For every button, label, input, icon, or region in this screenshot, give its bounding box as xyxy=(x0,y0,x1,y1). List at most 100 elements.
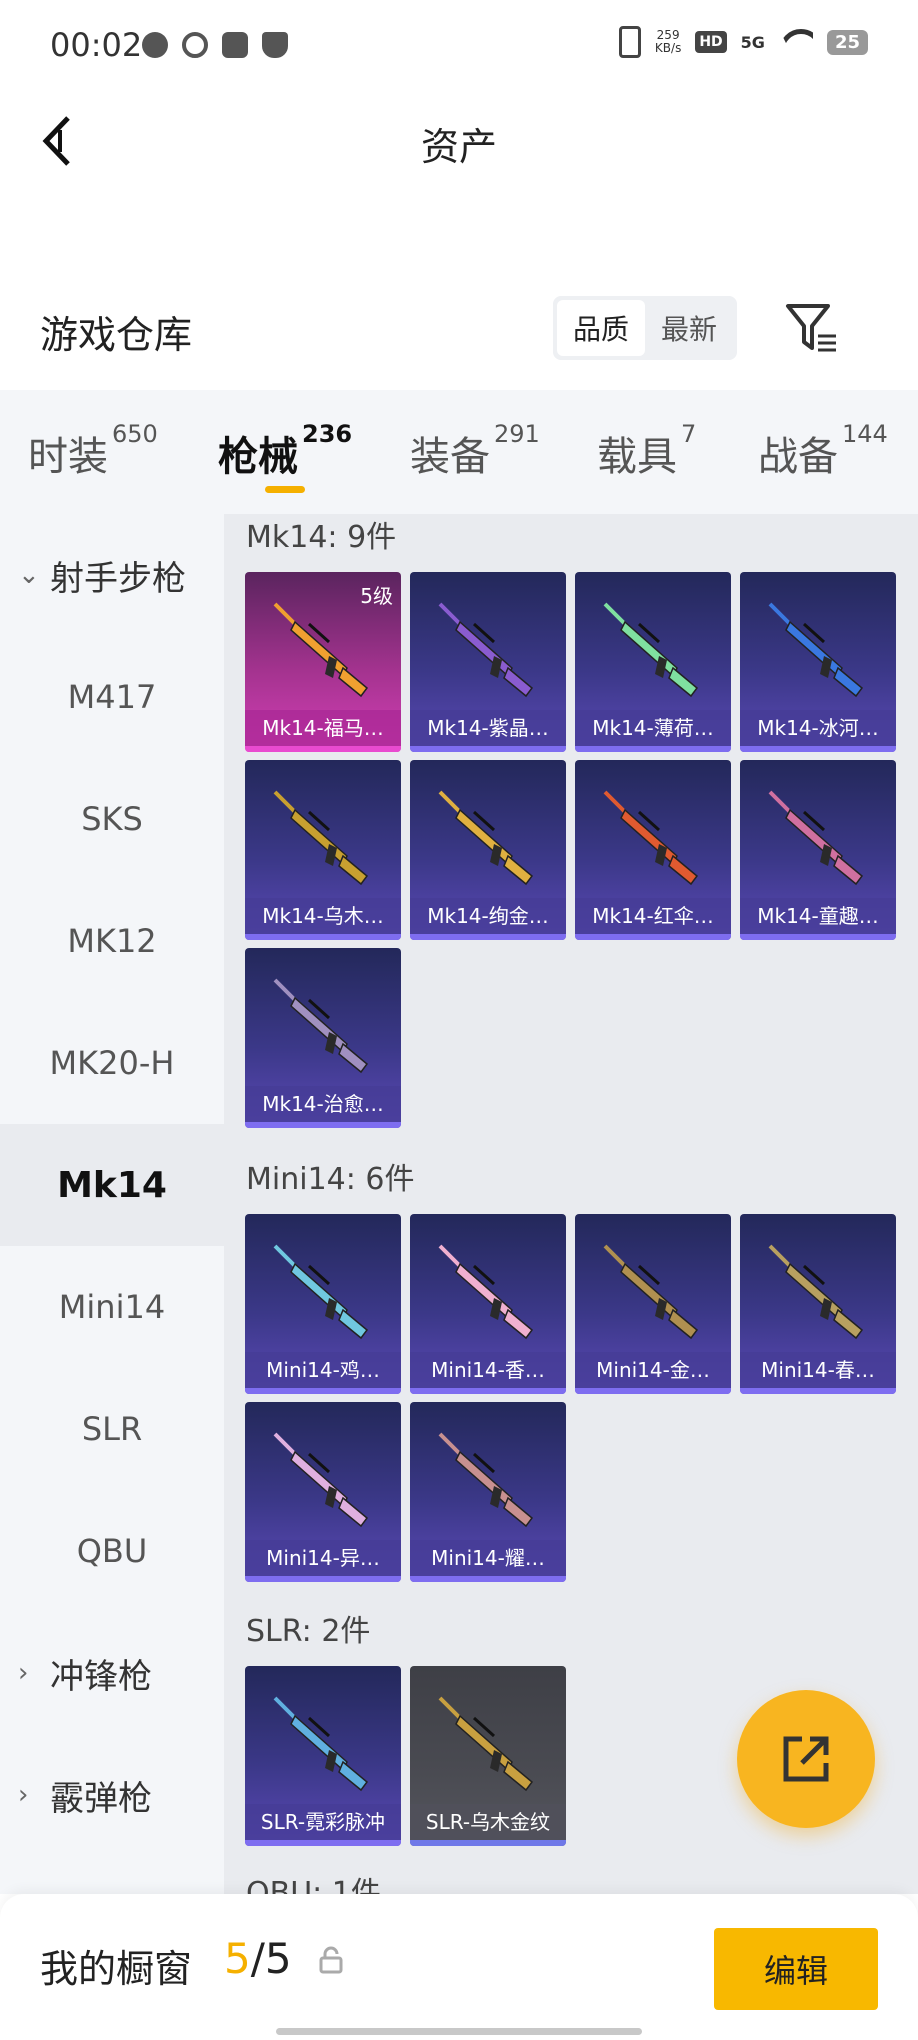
rarity-bar xyxy=(740,746,896,752)
weapon-card-name: Mk14-薄荷… xyxy=(575,710,731,746)
rarity-bar xyxy=(575,746,731,752)
weapon-card[interactable]: Mk14-冰河… xyxy=(740,572,896,752)
warehouse-title: 游戏仓库 xyxy=(40,313,193,357)
weapon-card-name: Mini14-鸡… xyxy=(245,1352,401,1388)
level-badge: 5级 xyxy=(360,584,393,608)
sort-quality-button[interactable]: 品质 xyxy=(557,300,645,356)
section-title-mk14: Mk14: 9件 xyxy=(246,520,397,555)
weapon-card-name: Mk14-绚金… xyxy=(410,898,566,934)
rarity-bar xyxy=(245,934,401,940)
weapon-card[interactable]: Mk14-治愈… xyxy=(245,948,401,1128)
rarity-bar xyxy=(575,934,731,940)
sort-newest-button[interactable]: 最新 xyxy=(645,300,733,356)
rarity-bar xyxy=(245,746,401,752)
weapon-card-name: Mk14-紫晶… xyxy=(410,710,566,746)
weapon-card-name: Mini14-异… xyxy=(245,1540,401,1576)
weapon-card[interactable]: Mk14-乌木… xyxy=(245,760,401,940)
nav-item-slr[interactable]: SLR xyxy=(0,1368,224,1490)
weapon-card[interactable]: Mk14-薄荷… xyxy=(575,572,731,752)
weapon-card-name: SLR-霓彩脉冲 xyxy=(245,1804,401,1840)
weapon-card[interactable]: Mk14-红伞… xyxy=(575,760,731,940)
tab-equipment[interactable]: 装备 291 xyxy=(410,420,540,482)
weapon-card-name: Mini14-香… xyxy=(410,1352,566,1388)
rifle-icon xyxy=(768,602,864,698)
hd-icon: HD xyxy=(695,31,727,53)
weapon-card[interactable]: Mini14-鸡… xyxy=(245,1214,401,1394)
weapon-card[interactable]: Mini14-春… xyxy=(740,1214,896,1394)
weapon-card[interactable]: 5级 Mk14-福马… xyxy=(245,572,401,752)
nav-item-sks[interactable]: SKS xyxy=(0,758,224,880)
rifle-icon xyxy=(273,1696,369,1792)
filter-button[interactable] xyxy=(784,302,840,354)
chevron-down-icon: ⌄ xyxy=(18,560,40,590)
home-indicator[interactable] xyxy=(276,2028,642,2035)
weapon-card[interactable]: Mk14-绚金… xyxy=(410,760,566,940)
status-bar: 00:02 259 KB/s HD 5G 25 xyxy=(0,0,918,92)
nav-item-mk20h[interactable]: MK20-H xyxy=(0,1002,224,1124)
tab-fashion[interactable]: 时装 650 xyxy=(28,420,158,482)
section-title-mini14: Mini14: 6件 xyxy=(246,1162,415,1197)
weapon-card[interactable]: SLR-霓彩脉冲 xyxy=(245,1666,401,1846)
rarity-bar xyxy=(245,1388,401,1394)
weapon-card-name: Mk14-红伞… xyxy=(575,898,731,934)
weapon-category-list: ⌄ 射手步枪 M417 SKS MK12 MK20-H Mk14 Mini14 S… xyxy=(0,514,224,1894)
nav-item-m417[interactable]: M417 xyxy=(0,636,224,758)
weapon-card[interactable]: Mini14-异… xyxy=(245,1402,401,1582)
showcase-label: 我的橱窗 xyxy=(40,1947,193,1991)
rifle-icon xyxy=(603,790,699,886)
weapon-card-name: Mk14-冰河… xyxy=(740,710,896,746)
rarity-bar xyxy=(245,1840,401,1846)
rarity-bar xyxy=(410,1388,566,1394)
rifle-icon xyxy=(273,1244,369,1340)
category-tabs: 时装 650 枪械 236 装备 291 载具 7 战备 144 xyxy=(0,390,918,514)
tab-weapons[interactable]: 枪械 236 xyxy=(218,420,352,482)
weapon-card[interactable]: Mini14-耀… xyxy=(410,1402,566,1582)
wifi-icon xyxy=(779,29,813,55)
weapon-card-name: Mini14-春… xyxy=(740,1352,896,1388)
weapon-card-name: Mk14-治愈… xyxy=(245,1086,401,1122)
showcase-count: 5/5 xyxy=(224,1934,292,1983)
weapon-card-name: Mini14-金… xyxy=(575,1352,731,1388)
rifle-icon xyxy=(273,1432,369,1528)
chevron-right-icon: › xyxy=(18,1780,29,1810)
group-marksman-rifles[interactable]: ⌄ 射手步枪 xyxy=(0,514,224,636)
shield-icon xyxy=(262,32,288,58)
status-time: 00:02 xyxy=(50,26,143,64)
tab-supplies[interactable]: 战备 144 xyxy=(758,420,888,482)
nav-item-mk14[interactable]: Mk14 xyxy=(0,1124,224,1246)
edit-button[interactable]: 编辑 xyxy=(714,1928,878,2010)
rarity-bar xyxy=(410,1840,566,1846)
weapon-card[interactable]: SLR-乌木金纹 xyxy=(410,1666,566,1846)
section-title-qbu: QBU: 1件 xyxy=(246,1876,381,1894)
rifle-icon xyxy=(438,1696,534,1792)
lock-icon xyxy=(318,1946,344,1974)
rarity-bar xyxy=(245,1576,401,1582)
rarity-bar xyxy=(410,934,566,940)
rifle-icon xyxy=(603,1244,699,1340)
rifle-icon xyxy=(438,790,534,886)
rarity-bar xyxy=(575,1388,731,1394)
weapon-card[interactable]: Mk14-童趣… xyxy=(740,760,896,940)
group-shotgun[interactable]: › 霰弹枪 xyxy=(0,1734,224,1856)
nav-item-mini14[interactable]: Mini14 xyxy=(0,1246,224,1368)
active-tab-indicator xyxy=(265,486,305,493)
page-header: 资产 xyxy=(0,92,918,192)
weapon-card-name: Mk14-福马… xyxy=(245,710,401,746)
rifle-icon xyxy=(273,790,369,886)
rarity-bar xyxy=(410,746,566,752)
tab-vehicles[interactable]: 载具 7 xyxy=(597,420,696,482)
nav-item-qbu[interactable]: QBU xyxy=(0,1490,224,1612)
weapon-grid: Mk14: 9件 Mini14: 6件 SLR: 2件 QBU: 1件 5级 Mk… xyxy=(224,514,918,1894)
weapon-card[interactable]: Mk14-紫晶… xyxy=(410,572,566,752)
weapon-card[interactable]: Mini14-金… xyxy=(575,1214,731,1394)
group-smg[interactable]: › 冲锋枪 xyxy=(0,1612,224,1734)
share-button[interactable] xyxy=(737,1690,875,1828)
signal-5g-icon: 5G xyxy=(740,32,765,52)
weapon-card[interactable]: Mini14-香… xyxy=(410,1214,566,1394)
rarity-bar xyxy=(410,1576,566,1582)
vibrate-icon xyxy=(618,26,641,58)
rifle-icon xyxy=(438,1244,534,1340)
system-indicators: 259 KB/s HD 5G 25 xyxy=(618,26,868,58)
nav-item-mk12[interactable]: MK12 xyxy=(0,880,224,1002)
weapon-card-name: SLR-乌木金纹 xyxy=(410,1804,566,1840)
